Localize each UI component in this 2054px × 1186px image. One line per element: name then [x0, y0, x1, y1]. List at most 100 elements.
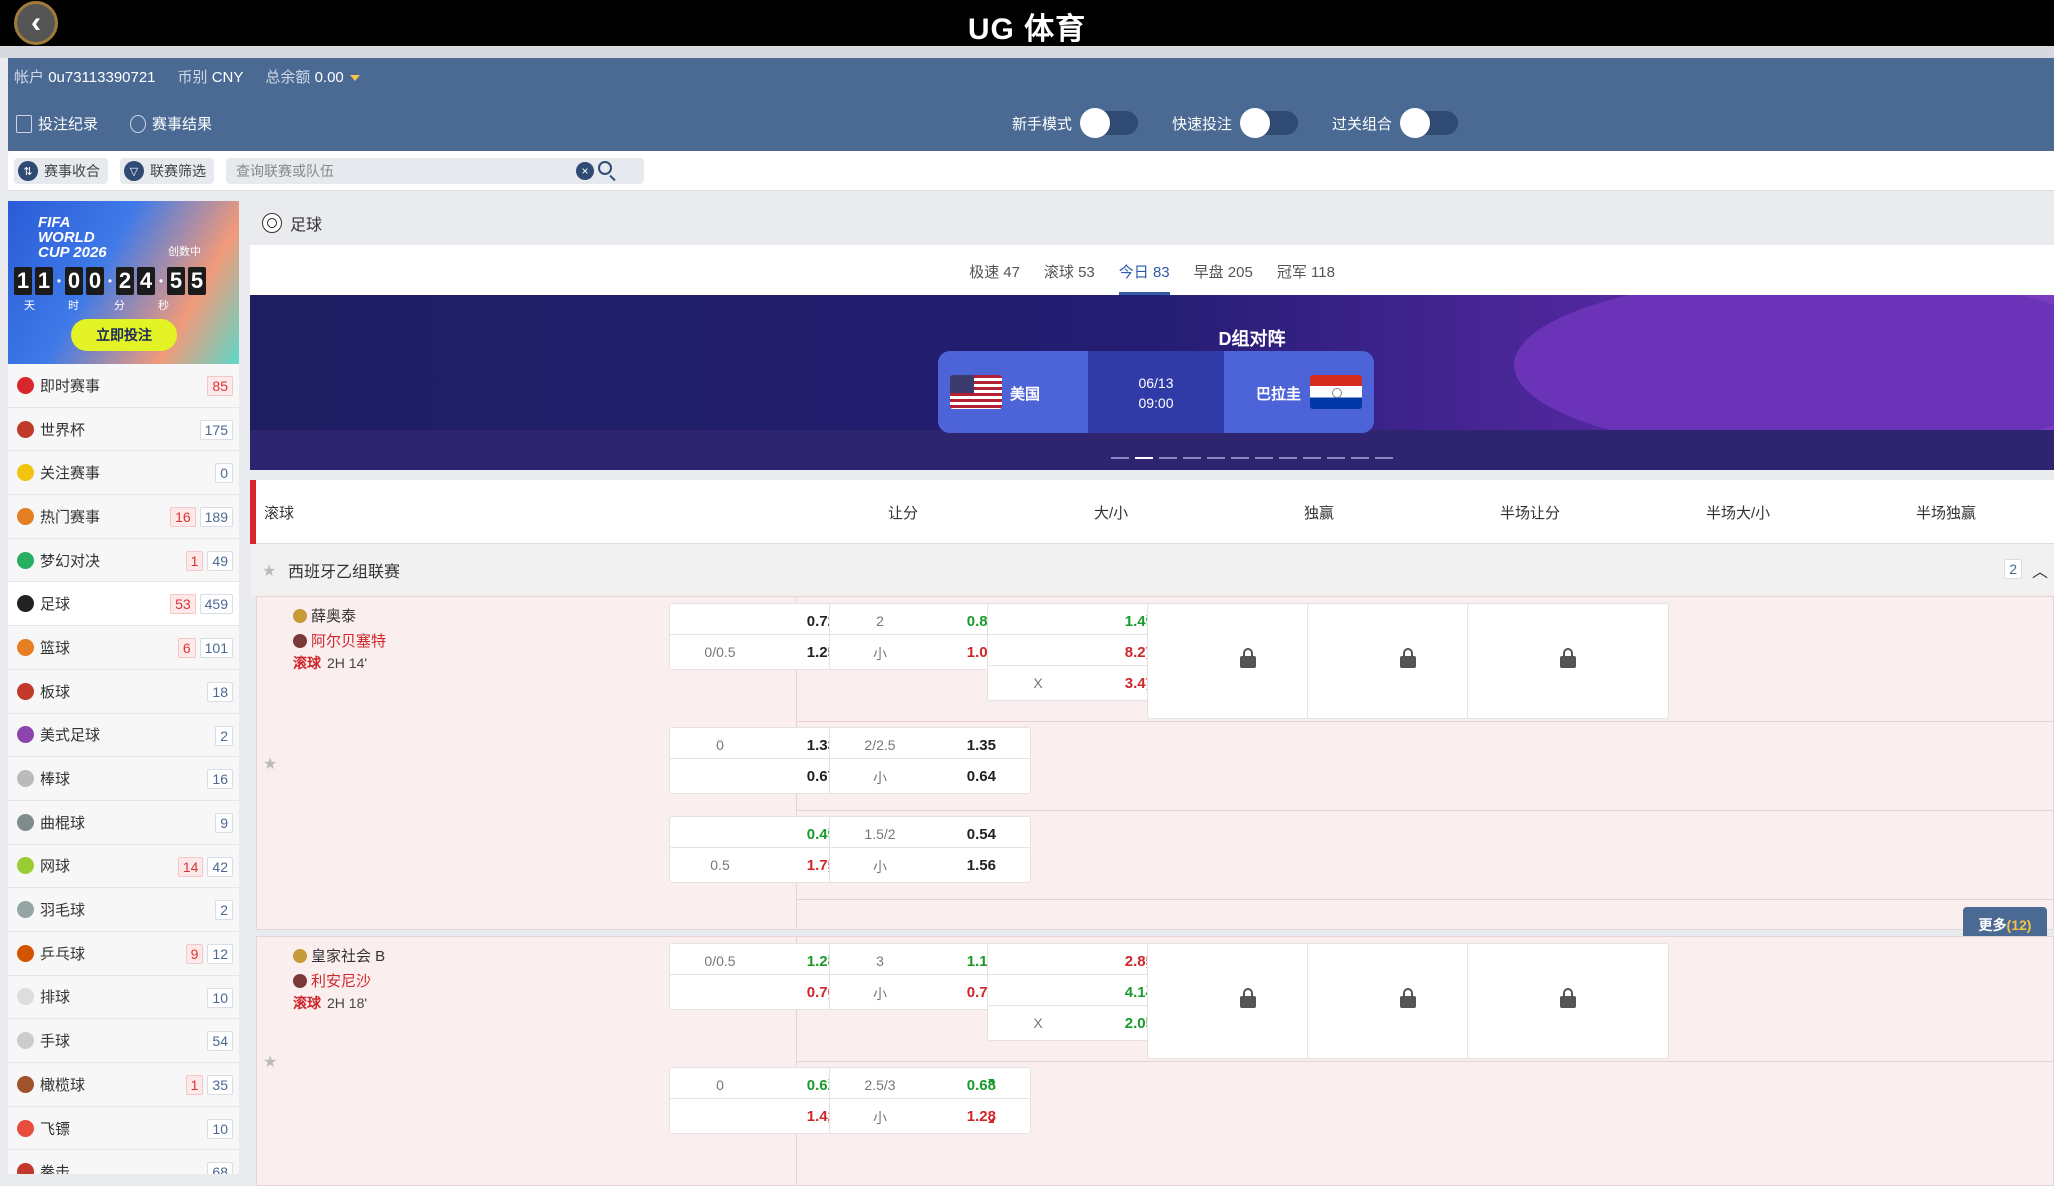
toolbar: 投注纪录 赛事结果 新手模式 快速投注 过关组合: [8, 95, 2054, 151]
sidebar-item-sport[interactable]: 美式足球 2: [8, 713, 239, 758]
match-row: ★ 皇家社会 B 利安尼沙 1 1 滚球2H 18' 0/0.5 1.28 0.…: [256, 936, 2054, 1186]
collapse-icon: ⇅: [18, 161, 38, 181]
world-cup-promo[interactable]: FIFA WORLD CUP 2026 创数中 1 1 • 0 0 • 2 4 • 55 天 时…: [8, 201, 239, 364]
sport-icon: [17, 1032, 34, 1050]
sport-name: 板球: [40, 683, 71, 701]
star-icon[interactable]: ★: [262, 561, 276, 581]
sport-name: 曲棍球: [40, 814, 86, 832]
caret-down-icon: [349, 75, 360, 82]
team-logo-icon: [293, 973, 307, 988]
sidebar-item-sport[interactable]: 关注赛事 0: [8, 451, 239, 496]
results-button[interactable]: 赛事结果: [130, 113, 212, 134]
tab-market[interactable]: 早盘 205: [1194, 245, 1253, 295]
sidebar-item-sport[interactable]: 篮球 6 101: [8, 626, 239, 670]
sport-icon: [17, 682, 34, 700]
sidebar-item-sport[interactable]: 即时赛事 85: [8, 364, 239, 408]
live-count: 53: [170, 594, 196, 615]
star-icon[interactable]: ★: [263, 754, 277, 774]
sport-name: 美式足球: [40, 727, 101, 745]
odds-over-under[interactable]: 小 0.64: [829, 758, 1031, 794]
bet-record-button[interactable]: 投注纪录: [16, 113, 98, 134]
divider: [0, 46, 2054, 58]
sport-icon: [17, 770, 34, 788]
odds-over-under[interactable]: 小 1.56: [829, 847, 1031, 883]
tab-market[interactable]: 冠军 118: [1277, 245, 1335, 295]
featured-match-card[interactable]: 美国 06/13 09:00 巴拉圭: [938, 351, 1374, 433]
tab-market[interactable]: 极速 47: [969, 245, 1020, 295]
sidebar-item-sport[interactable]: 羽毛球 2: [8, 888, 239, 932]
lock-icon: [1560, 648, 1576, 668]
sidebar-item-sport[interactable]: 热门赛事 16 189: [8, 495, 239, 539]
sport-icon: [17, 376, 34, 394]
league-header[interactable]: ★ 西班牙乙组联赛 2 ︿: [250, 544, 2054, 596]
search-input[interactable]: 查询联赛或队伍 ×: [226, 158, 644, 184]
total-count: 49: [207, 550, 233, 571]
sport-icon: [17, 507, 34, 525]
toggle-switch[interactable]: [1240, 108, 1299, 138]
sidebar-item-sport[interactable]: 棒球 16: [8, 757, 239, 801]
sidebar-item-sport[interactable]: 排球 10: [8, 975, 239, 1020]
toggle-parlay[interactable]: 过关组合: [1332, 108, 1459, 138]
balance-value: 0.00: [314, 69, 344, 86]
sidebar-item-sport[interactable]: 板球 18: [8, 669, 239, 714]
sidebar-item-sport[interactable]: 乒乓球 9 12: [8, 931, 239, 976]
locked-market: [1467, 603, 1669, 719]
paraguay-flag-icon: [1310, 375, 1362, 409]
col-ht-over-under: 半场大/小: [1706, 505, 1771, 522]
sidebar-item-sport[interactable]: 梦幻对决 1 49: [8, 538, 239, 583]
sport-icon: [17, 1075, 34, 1093]
match-row: ★ 薛奥泰 阿尔贝塞特 1 0 滚球2H 14' 0.72 0/0.5 1.25…: [256, 596, 2054, 943]
tab-market[interactable]: 今日 83: [1118, 245, 1170, 295]
sport-name: 排球: [40, 989, 71, 1007]
toggle-switch[interactable]: [1400, 108, 1459, 138]
soccer-ball-icon: [262, 213, 282, 233]
sport-name: 手球: [40, 1033, 71, 1051]
sidebar-item-sport[interactable]: 拳击 68: [8, 1150, 239, 1174]
currency-info: 币别 CNY: [177, 69, 244, 86]
sidebar-item-sport[interactable]: 网球 14 42: [8, 844, 239, 889]
toggle-novice-mode[interactable]: 新手模式: [1012, 108, 1139, 138]
filter-icon: ▽: [124, 161, 144, 181]
sport-list: 即时赛事 85 世界杯 175 关注赛事 0 热门赛事 16 189 梦幻对决 1 49 足球 53 459…: [8, 364, 239, 1174]
balance-dropdown[interactable]: 总余额 0.00: [265, 66, 360, 87]
account-info: 帐户 0u73113390721: [14, 69, 156, 86]
sidebar-item-sport[interactable]: 曲棍球 9: [8, 800, 239, 845]
col-handicap: 让分: [888, 505, 919, 522]
match-status: 滚球 2H 14': [293, 655, 368, 671]
live-count: 16: [170, 507, 196, 528]
sidebar: FIFA WORLD CUP 2026 创数中 1 1 • 0 0 • 2 4 • 55 天 时…: [8, 201, 239, 1174]
filter-bar: ⇅ 赛事收合 ▽ 联赛筛选 查询联赛或队伍 ×: [8, 151, 2054, 191]
sport-icon: [17, 813, 34, 831]
toggle-switch[interactable]: [1080, 108, 1139, 138]
home-team: 薛奥泰: [293, 605, 356, 626]
sport-name: 热门赛事: [40, 508, 101, 526]
away-team: 阿尔贝塞特: [293, 630, 386, 651]
sidebar-item-sport[interactable]: 足球 53 459: [8, 582, 239, 627]
medal-icon: [130, 114, 146, 133]
sidebar-item-sport[interactable]: 橄榄球 1 35: [8, 1063, 239, 1107]
total-count: 2: [215, 725, 233, 746]
league-filter-button[interactable]: ▽ 联赛筛选: [120, 158, 214, 184]
app-title: UG 体育: [967, 13, 1087, 46]
clear-icon[interactable]: ×: [576, 162, 594, 180]
sidebar-item-sport[interactable]: 手球 54: [8, 1019, 239, 1063]
sport-icon: [17, 551, 34, 569]
tab-market[interactable]: 滚球 53: [1044, 245, 1095, 295]
sport-icon: [17, 726, 34, 744]
bet-now-button[interactable]: 立即投注: [71, 319, 177, 351]
sport-name: 即时赛事: [40, 377, 101, 395]
featured-match-banner[interactable]: D组对阵 美国 06/13 09:00 巴拉圭: [250, 295, 2054, 470]
star-icon[interactable]: ★: [263, 1052, 277, 1072]
toggle-quick-bet[interactable]: 快速投注: [1172, 108, 1299, 138]
sidebar-item-sport[interactable]: 飞镖 10: [8, 1106, 239, 1151]
search-icon[interactable]: [598, 161, 612, 175]
carousel-dots[interactable]: [250, 457, 2054, 459]
collapse-events-button[interactable]: ⇅ 赛事收合: [14, 158, 108, 184]
live-count: 1: [185, 550, 204, 571]
live-count: 14: [177, 856, 204, 877]
sidebar-item-sport[interactable]: 世界杯 175: [8, 407, 239, 452]
odds-over-under[interactable]: 小 1.28: [829, 1098, 1031, 1134]
lock-icon: [1400, 988, 1416, 1008]
chevron-up-icon[interactable]: ︿: [2032, 558, 2048, 582]
locked-market: [1467, 943, 1669, 1059]
